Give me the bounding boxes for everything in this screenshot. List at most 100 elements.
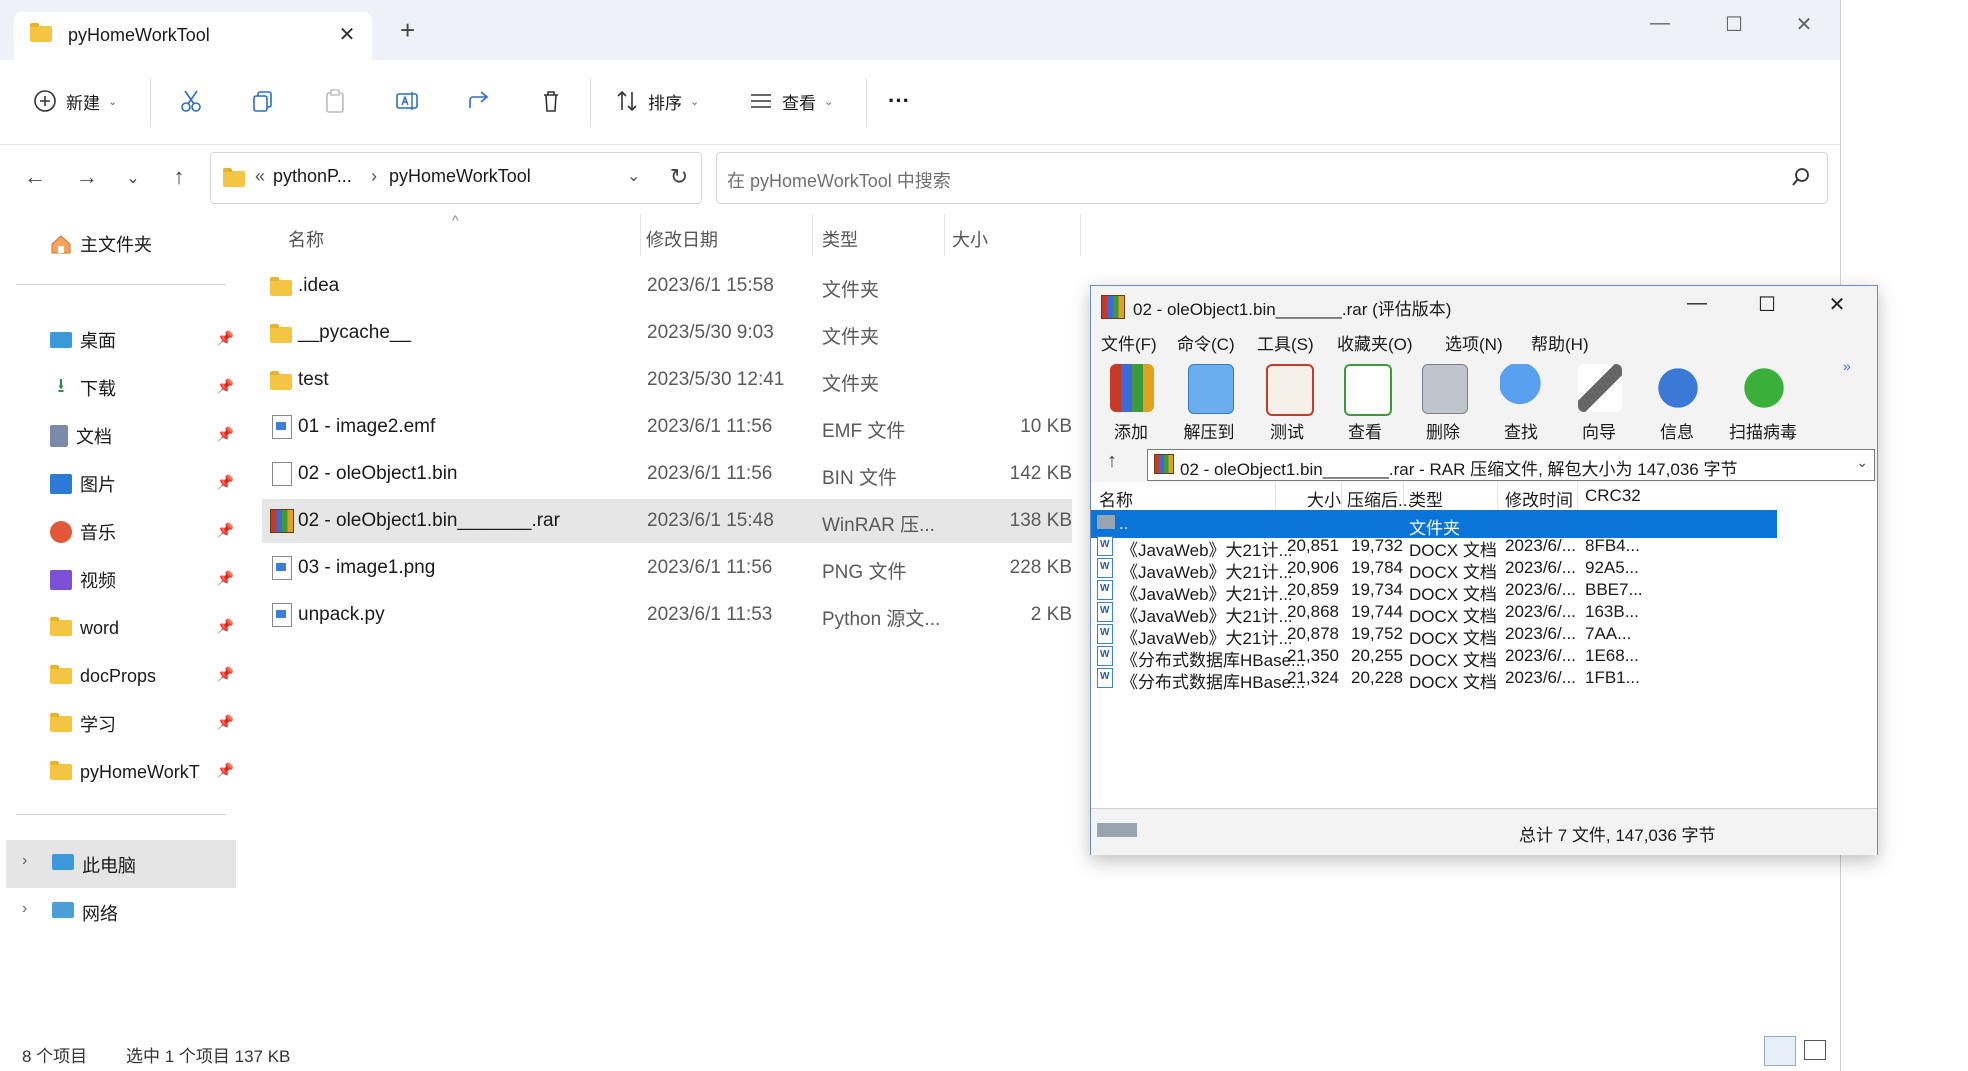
folder-icon [270, 371, 292, 390]
up-arrow-icon[interactable]: ↑ [1107, 450, 1117, 473]
nav-desktop[interactable]: 桌面 📌 [50, 320, 240, 360]
tool-info[interactable]: 信息 [1641, 360, 1713, 444]
tool-add[interactable]: 添加 [1095, 360, 1167, 444]
menu-tools[interactable]: 工具(S) [1257, 330, 1314, 355]
nav-word[interactable]: word 📌 [50, 608, 240, 648]
archive-column-size[interactable]: 大小 [1307, 486, 1341, 511]
file-date: 2023/5/30 9:03 [647, 322, 774, 343]
paste-icon [326, 89, 344, 113]
file-type: 文件夹 [822, 280, 880, 301]
expand-chevron-icon[interactable]: › [22, 852, 27, 870]
archive-column-type[interactable]: 类型 [1409, 486, 1443, 511]
archive-row-crc: 7AA... [1585, 624, 1632, 643]
sort-button[interactable]: 排序 ⌄ [614, 82, 699, 120]
tool-test[interactable]: 测试 [1251, 360, 1323, 444]
address-bar[interactable]: « pythonP... › pyHomeWorkTool ⌄ [210, 152, 702, 204]
search-icon[interactable] [1791, 167, 1811, 187]
winrar-close-button[interactable]: ✕ [1817, 292, 1857, 317]
nav-study[interactable]: 学习 📌 [50, 704, 240, 744]
menu-help[interactable]: 帮助(H) [1531, 330, 1589, 355]
winrar-maximize-button[interactable]: ☐ [1747, 292, 1787, 317]
copy-button[interactable] [250, 82, 276, 120]
details-view-icon[interactable] [1764, 1036, 1796, 1066]
search-input[interactable]: 在 pyHomeWorkTool 中搜索 [716, 152, 1828, 204]
tab-pyhomeworktool[interactable]: pyHomeWorkTool ✕ [14, 12, 372, 60]
file-size: 10 KB [1020, 416, 1072, 437]
nav-home[interactable]: 主文件夹 [50, 224, 240, 264]
nav-pictures[interactable]: 图片 📌 [50, 464, 240, 504]
file-row[interactable]: .idea 2023/6/1 15:58 文件夹 [262, 264, 1072, 308]
menu-commands[interactable]: 命令(C) [1177, 330, 1235, 355]
tool-view[interactable]: 查看 [1329, 360, 1401, 444]
archive-path-field[interactable]: 02 - oleObject1.bin_______.rar - RAR 压缩文… [1147, 449, 1875, 481]
nav-this-pc-row[interactable]: › 此电脑 [6, 840, 236, 888]
up-arrow-icon[interactable]: ↑ [164, 164, 194, 190]
rename-button[interactable] [394, 82, 420, 120]
pin-icon: 📌 [216, 570, 234, 586]
nav-downloads[interactable]: ⭳ 下载 📌 [50, 368, 240, 408]
view-button[interactable]: 查看 ⌄ [748, 82, 833, 120]
breadcrumb-overflow[interactable]: « [255, 166, 265, 187]
tool-virus-scan[interactable]: 扫描病毒 [1727, 360, 1799, 444]
breadcrumb-pyhomeworktool[interactable]: pyHomeWorkTool [389, 166, 531, 187]
file-row[interactable]: 01 - image2.emf 2023/6/1 11:56 EMF 文件 10… [262, 405, 1072, 449]
address-dropdown-icon[interactable]: ⌄ [627, 166, 640, 186]
menu-options[interactable]: 选项(N) [1445, 330, 1503, 355]
cut-button[interactable] [178, 82, 204, 120]
forward-arrow-icon[interactable]: → [72, 164, 102, 190]
file-row[interactable]: test 2023/5/30 12:41 文件夹 [262, 358, 1072, 402]
file-row[interactable]: 03 - image1.png 2023/6/1 11:56 PNG 文件 22… [262, 546, 1072, 590]
column-header-type[interactable]: 类型 [822, 226, 858, 252]
navigation-pane: 主文件夹 桌面 📌 ⭳ 下载 📌 文档 📌 图片 📌 音乐 📌 视频 📌 wor… [0, 214, 240, 1014]
nav-documents[interactable]: 文档 📌 [50, 416, 240, 456]
tool-find[interactable]: 查找 [1485, 360, 1557, 444]
back-arrow-icon[interactable]: ← [20, 164, 50, 190]
tiles-view-icon[interactable] [1804, 1040, 1826, 1060]
breadcrumb-pythonp[interactable]: pythonP... [273, 166, 352, 187]
recent-chevron-icon[interactable]: ⌄ [118, 168, 148, 188]
file-row-selected[interactable]: 02 - oleObject1.bin_______.rar 2023/6/1 … [262, 499, 1072, 543]
archive-row[interactable]: 《分布式数据库HBase... 21,324 20,228 DOCX 文档 20… [1091, 664, 1777, 692]
archive-column-crc[interactable]: CRC32 [1585, 486, 1641, 506]
refresh-icon[interactable]: ↻ [664, 164, 694, 190]
pin-icon: 📌 [216, 378, 234, 394]
nav-music[interactable]: 音乐 📌 [50, 512, 240, 552]
nav-docprops[interactable]: docProps 📌 [50, 656, 240, 696]
toolbar-overflow-icon[interactable]: » [1843, 358, 1851, 374]
share-button[interactable] [466, 82, 492, 120]
archive-column-name[interactable]: 名称 [1099, 486, 1133, 511]
minimize-button[interactable]: — [1640, 12, 1680, 35]
more-options-button[interactable]: ··· [888, 82, 910, 120]
nav-videos[interactable]: 视频 📌 [50, 560, 240, 600]
tool-delete[interactable]: 删除 [1407, 360, 1479, 444]
file-row[interactable]: 02 - oleObject1.bin 2023/6/1 11:56 BIN 文… [262, 452, 1072, 496]
file-date: 2023/6/1 11:56 [647, 416, 773, 437]
close-button[interactable]: ✕ [1784, 12, 1824, 37]
trash-icon [1422, 364, 1468, 414]
tool-wizard[interactable]: 向导 [1563, 360, 1635, 444]
nav-pyhomeworktool[interactable]: pyHomeWorkT 📌 [50, 752, 240, 792]
menu-favorites[interactable]: 收藏夹(O) [1337, 330, 1413, 355]
address-row: ← → ⌄ ↑ « pythonP... › pyHomeWorkTool ⌄ … [0, 144, 1840, 214]
column-header-name[interactable]: 名称 [288, 226, 324, 252]
column-header-size[interactable]: 大小 [952, 226, 988, 252]
new-button[interactable]: 新建 ⌄ [32, 82, 117, 120]
new-tab-button[interactable]: + [400, 17, 415, 43]
delete-button[interactable] [538, 82, 564, 120]
file-type: PNG 文件 [822, 562, 907, 583]
winrar-minimize-button[interactable]: — [1677, 292, 1717, 315]
download-icon: ⭳ [57, 375, 65, 397]
expand-chevron-icon[interactable]: › [22, 900, 27, 918]
file-row[interactable]: unpack.py 2023/6/1 11:53 Python 源文... 2 … [262, 593, 1072, 637]
tab-close-icon[interactable]: ✕ [334, 22, 360, 47]
file-row[interactable]: __pycache__ 2023/5/30 9:03 文件夹 [262, 311, 1072, 355]
path-dropdown-icon[interactable]: ⌄ [1856, 454, 1868, 471]
paste-button[interactable] [322, 82, 348, 120]
archive-row-packed: 19,784 [1351, 558, 1403, 577]
archive-column-modified[interactable]: 修改时间 [1505, 486, 1573, 511]
maximize-button[interactable]: ☐ [1714, 12, 1754, 37]
nav-network-row[interactable]: › 网络 [6, 888, 236, 936]
menu-file[interactable]: 文件(F) [1101, 330, 1157, 355]
tool-extract-to[interactable]: 解压到 [1173, 360, 1245, 444]
column-header-date[interactable]: 修改日期 [646, 226, 718, 252]
